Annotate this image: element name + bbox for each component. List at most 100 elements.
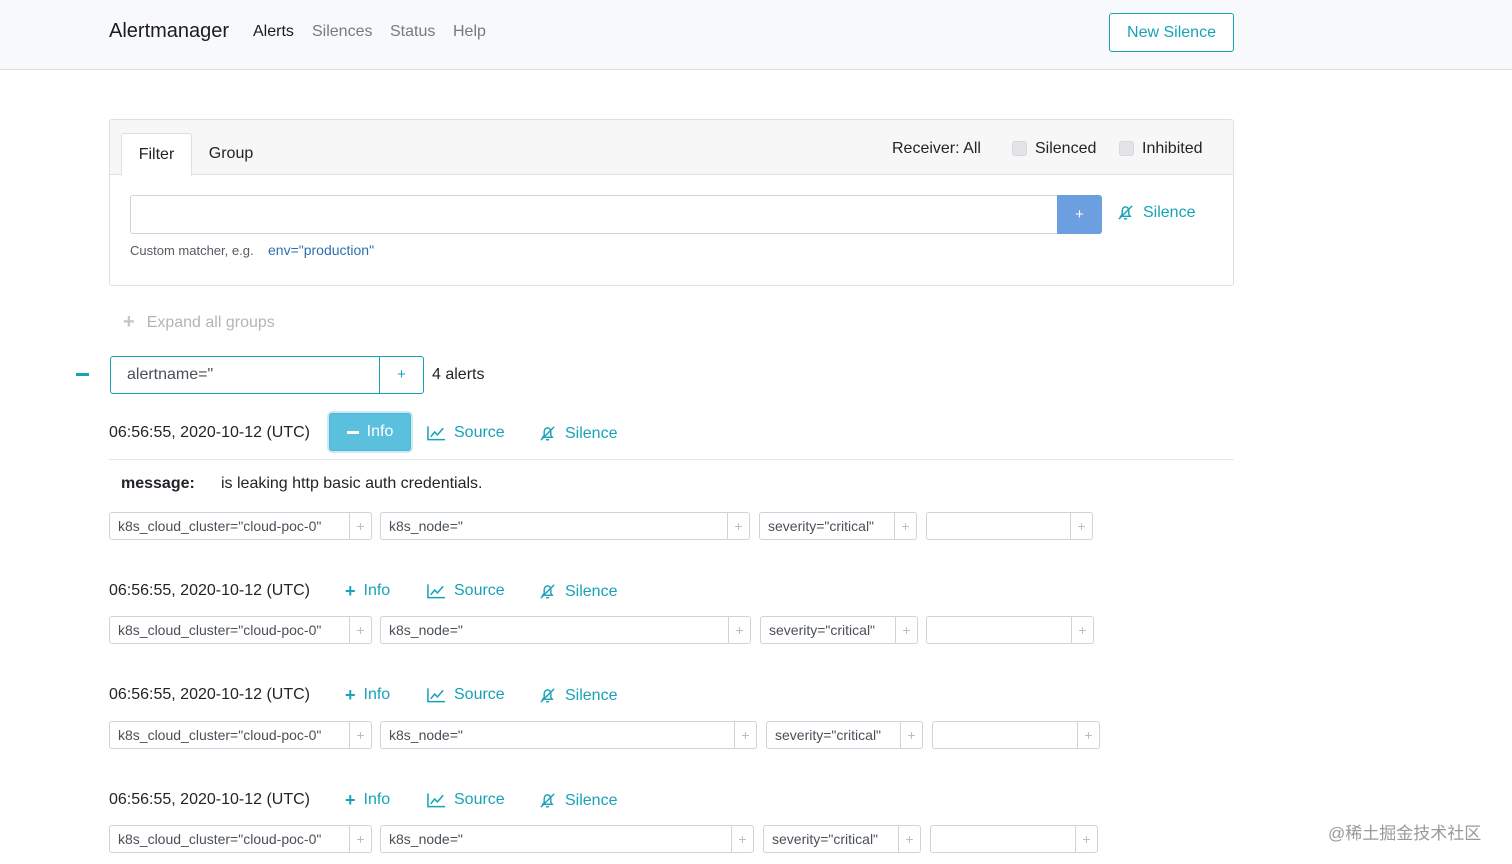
nav-link-silences[interactable]: Silences <box>312 23 372 41</box>
label-node: k8s_node=" + <box>380 512 750 540</box>
inhibited-checkbox[interactable] <box>1119 141 1134 156</box>
label-redacted: + <box>930 825 1098 853</box>
group-add-filter-button[interactable]: + <box>379 356 424 394</box>
minus-icon <box>346 430 359 434</box>
new-silence-button[interactable]: New Silence <box>1109 13 1234 52</box>
add-label-filter-button[interactable]: + <box>349 722 371 748</box>
add-label-filter-button[interactable]: + <box>1071 617 1093 643</box>
add-label-filter-button[interactable]: + <box>898 826 920 852</box>
add-label-filter-button[interactable]: + <box>349 617 371 643</box>
label-severity: severity="critical" + <box>760 616 918 644</box>
label-node: k8s_node=" + <box>380 825 754 853</box>
silence-label: Silence <box>565 582 618 600</box>
add-label-filter-button[interactable]: + <box>1077 722 1099 748</box>
filter-input[interactable] <box>130 195 1058 234</box>
source-link[interactable]: Source <box>427 791 505 809</box>
silence-label: Silence <box>565 424 618 442</box>
info-button[interactable]: + Info <box>345 686 390 704</box>
watermark: @稀土掘金技术社区 <box>1328 824 1482 843</box>
bell-slash-icon <box>1118 205 1133 220</box>
silence-link[interactable]: Silence <box>538 686 617 705</box>
label-cluster: k8s_cloud_cluster="cloud-poc-0" + <box>109 721 372 749</box>
nav-link-help[interactable]: Help <box>453 23 486 41</box>
label-redacted: + <box>932 721 1100 749</box>
annotation-value: is leaking http basic auth credentials. <box>221 475 483 492</box>
label-redacted: + <box>926 616 1094 644</box>
create-silence-from-filter[interactable]: Silence <box>1116 203 1195 222</box>
silence-label: Silence <box>565 791 618 809</box>
alert-timestamp: 06:56:55, 2020-10-12 (UTC) <box>109 686 310 703</box>
group-alert-count: 4 alerts <box>432 366 485 383</box>
plus-icon: + <box>345 685 356 705</box>
label-cluster: k8s_cloud_cluster="cloud-poc-0" + <box>109 825 372 853</box>
info-label: Info <box>363 791 391 808</box>
filter-card: Filter Group Receiver: All Silenced Inhi… <box>109 119 1234 286</box>
source-label: Source <box>454 791 505 808</box>
info-label: Info <box>363 686 391 703</box>
label-node: k8s_node=" + <box>380 721 757 749</box>
info-label: Info <box>363 582 391 599</box>
annotation-key: message: <box>121 475 195 492</box>
bell-slash-icon <box>540 793 555 808</box>
divider <box>109 459 1234 460</box>
silence-link[interactable]: Silence <box>538 791 617 810</box>
label-severity: severity="critical" + <box>766 721 923 749</box>
bell-slash-icon <box>540 688 555 703</box>
info-button[interactable]: + Info <box>345 582 390 600</box>
silence-label: Silence <box>565 686 618 704</box>
collapse-group-icon[interactable] <box>76 373 89 376</box>
receiver-select[interactable]: Receiver: All <box>892 140 981 158</box>
brand-logo-text[interactable]: Alertmanager <box>109 20 229 43</box>
label-severity: severity="critical" + <box>759 512 917 540</box>
add-label-filter-button[interactable]: + <box>349 513 371 539</box>
add-label-filter-button[interactable]: + <box>1075 826 1097 852</box>
silenced-checkbox[interactable] <box>1012 141 1027 156</box>
info-button-active[interactable]: Info <box>329 413 411 451</box>
expand-all-label: Expand all groups <box>146 313 275 331</box>
silence-label: Silence <box>1143 203 1196 221</box>
tab-filter[interactable]: Filter <box>121 133 192 176</box>
matcher-example: env="production" <box>268 242 375 258</box>
alert-timestamp: 06:56:55, 2020-10-12 (UTC) <box>109 582 310 599</box>
alert-timestamp: 06:56:55, 2020-10-12 (UTC) <box>109 424 310 441</box>
silence-link[interactable]: Silence <box>538 582 617 601</box>
chart-line-icon <box>427 584 446 599</box>
source-label: Source <box>454 686 505 703</box>
info-button[interactable]: + Info <box>345 791 390 809</box>
silenced-label: Silenced <box>1035 140 1097 157</box>
chart-line-icon <box>427 793 446 808</box>
add-filter-button[interactable]: + <box>1057 195 1102 234</box>
source-link[interactable]: Source <box>427 686 505 704</box>
plus-icon: + <box>345 581 356 601</box>
add-label-filter-button[interactable]: + <box>1070 513 1092 539</box>
bell-slash-icon <box>540 584 555 599</box>
label-node: k8s_node=" + <box>380 616 751 644</box>
silence-link[interactable]: Silence <box>538 424 617 443</box>
chart-line-icon <box>427 426 446 441</box>
add-label-filter-button[interactable]: + <box>728 617 750 643</box>
expand-all-groups[interactable]: + Expand all groups <box>123 311 275 334</box>
label-cluster: k8s_cloud_cluster="cloud-poc-0" + <box>109 616 372 644</box>
add-label-filter-button[interactable]: + <box>731 826 753 852</box>
add-label-filter-button[interactable]: + <box>349 826 371 852</box>
navbar: Alertmanager Alerts Silences Status Help… <box>0 0 1512 70</box>
label-cluster: k8s_cloud_cluster="cloud-poc-0" + <box>109 512 372 540</box>
source-label: Source <box>454 582 505 599</box>
tab-group[interactable]: Group <box>198 133 264 176</box>
bell-slash-icon <box>540 426 555 441</box>
add-label-filter-button[interactable]: + <box>900 722 922 748</box>
group-label: alertname=" <box>110 356 380 394</box>
add-label-filter-button[interactable]: + <box>894 513 916 539</box>
source-label: Source <box>454 424 505 441</box>
plus-icon: + <box>345 790 356 810</box>
source-link[interactable]: Source <box>427 582 505 600</box>
source-link[interactable]: Source <box>427 424 505 442</box>
nav-link-alerts[interactable]: Alerts <box>253 23 294 41</box>
chart-line-icon <box>427 688 446 703</box>
filter-card-header: Filter Group Receiver: All Silenced Inhi… <box>110 120 1233 176</box>
nav-link-status[interactable]: Status <box>390 23 435 41</box>
add-label-filter-button[interactable]: + <box>895 617 917 643</box>
add-label-filter-button[interactable]: + <box>734 722 756 748</box>
alert-timestamp: 06:56:55, 2020-10-12 (UTC) <box>109 791 310 808</box>
add-label-filter-button[interactable]: + <box>727 513 749 539</box>
